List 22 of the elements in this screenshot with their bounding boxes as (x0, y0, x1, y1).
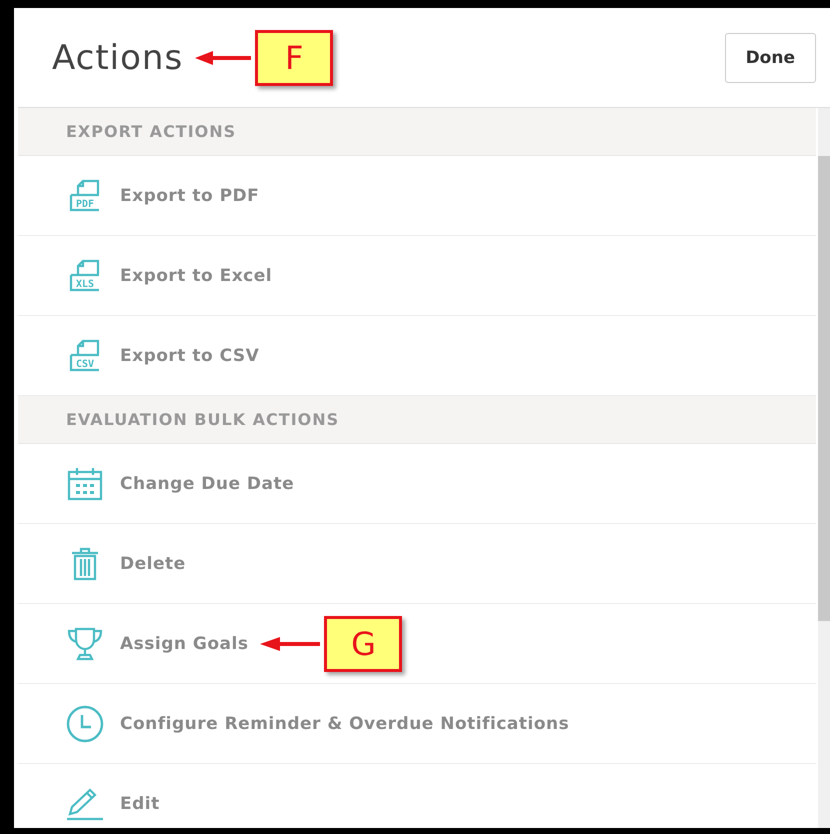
pencil-icon (66, 786, 104, 820)
scrollbar[interactable] (818, 108, 830, 828)
action-item[interactable]: Export to PDF (120, 186, 260, 206)
section-header: EXPORT ACTIONS (18, 108, 816, 156)
done-button[interactable]: Done (724, 32, 816, 82)
action-item[interactable]: Configure Reminder & Overdue Notifications (120, 714, 570, 734)
action-item[interactable]: Edit (120, 794, 160, 814)
panel-title: Actions (52, 38, 184, 78)
trash-icon (71, 546, 99, 580)
arrow-icon (195, 50, 252, 66)
section-header: EVALUATION BULK ACTIONS (18, 396, 816, 444)
action-item[interactable]: Export to CSV (120, 346, 260, 366)
trophy-icon (67, 626, 103, 660)
arrow-icon (260, 636, 320, 652)
action-item[interactable]: Assign Goals (120, 634, 248, 654)
callout-label: F (255, 30, 334, 86)
callout-label: G (324, 616, 402, 672)
action-item[interactable]: Change Due Date (120, 474, 294, 494)
action-item[interactable]: Delete (120, 554, 186, 574)
clock-icon (66, 704, 104, 742)
calendar-icon (67, 466, 103, 500)
action-item[interactable]: Export to Excel (120, 266, 272, 286)
